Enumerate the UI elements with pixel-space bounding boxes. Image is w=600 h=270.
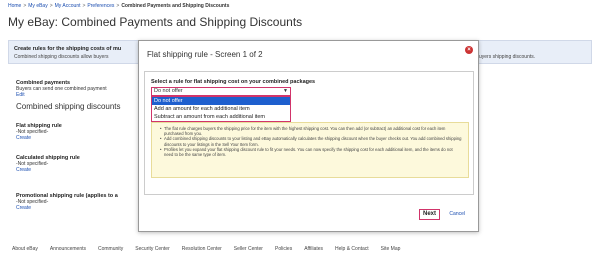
dialog-title: Flat shipping rule - Screen 1 of 2 (147, 50, 263, 59)
footer-link[interactable]: About eBay (12, 246, 38, 252)
breadcrumb-home[interactable]: Home (8, 3, 21, 9)
help-item: Profiles let you expand your flat shippi… (160, 147, 462, 157)
breadcrumb-current: Combined Payments and Shipping Discounts (121, 3, 230, 9)
help-box: The flat rule charges buyers the shippin… (151, 122, 469, 178)
info-text: Combined shipping discounts allow buyers (14, 54, 109, 60)
combined-payments-section: Combined payments Buyers can send one co… (16, 80, 107, 98)
footer-links: About eBay Announcements Community Secur… (12, 246, 400, 252)
select-rule-label: Select a rule for flat shipping cost on … (151, 79, 316, 85)
promotional-rule-section: Promotional shipping rule (applies to a … (16, 193, 118, 211)
footer-link[interactable]: Seller Center (234, 246, 263, 252)
footer-link[interactable]: Site Map (381, 246, 401, 252)
flat-rule-section: Flat shipping rule -Not specified- Creat… (16, 123, 62, 141)
breadcrumb-my-account[interactable]: My Account (55, 3, 81, 9)
breadcrumb-separator: > (116, 3, 120, 9)
calculated-rule-section: Calculated shipping rule -Not specified-… (16, 155, 80, 173)
breadcrumb-my-ebay[interactable]: My eBay (28, 3, 47, 9)
footer-link[interactable]: Announcements (50, 246, 86, 252)
footer-link[interactable]: Security Center (135, 246, 169, 252)
flat-rule-create-link[interactable]: Create (16, 135, 62, 141)
footer-link[interactable]: Affiliates (304, 246, 323, 252)
footer-link[interactable]: Help & Contact (335, 246, 369, 252)
chevron-down-icon: ▼ (283, 88, 288, 94)
flat-shipping-dialog: Flat shipping rule - Screen 1 of 2 × Sel… (138, 40, 479, 232)
close-icon[interactable]: × (465, 46, 473, 54)
info-title: Create rules for the shipping costs of m… (14, 46, 122, 52)
option-do-not-offer[interactable]: Do not offer (152, 97, 290, 105)
flat-rule-select[interactable]: Do not offer ▼ (151, 87, 291, 96)
rule-dropdown-list: Do not offer Add an amount for each addi… (151, 96, 291, 122)
footer-link[interactable]: Resolution Center (182, 246, 222, 252)
breadcrumb-separator: > (23, 3, 27, 9)
footer-link[interactable]: Policies (275, 246, 292, 252)
info-text-right: uyers shipping discounts. (479, 54, 536, 60)
page-title: My eBay: Combined Payments and Shipping … (8, 15, 303, 29)
option-subtract-amount[interactable]: Subtract an amount from each additional … (152, 113, 290, 121)
breadcrumb-preferences[interactable]: Preferences (87, 3, 114, 9)
next-button[interactable]: Next (419, 209, 440, 220)
footer-link[interactable]: Community (98, 246, 123, 252)
breadcrumb-separator: > (49, 3, 53, 9)
calculated-rule-create-link[interactable]: Create (16, 167, 80, 173)
combined-payments-edit-link[interactable]: Edit (16, 92, 107, 98)
cancel-link[interactable]: Cancel (449, 211, 465, 217)
help-list: The flat rule charges buyers the shippin… (160, 126, 462, 157)
promotional-rule-create-link[interactable]: Create (16, 205, 118, 211)
help-item: Add combined shipping discounts to your … (160, 136, 462, 146)
breadcrumb-separator: > (82, 3, 86, 9)
help-item: The flat rule charges buyers the shippin… (160, 126, 462, 136)
dialog-footer: Next Cancel (139, 199, 478, 231)
dialog-body: Select a rule for flat shipping cost on … (144, 71, 474, 195)
option-add-amount[interactable]: Add an amount for each additional item (152, 105, 290, 113)
combined-shipping-heading: Combined shipping discounts (16, 102, 121, 111)
combined-payments-text: Buyers can send one combined payment (16, 86, 107, 92)
breadcrumb: Home > My eBay > My Account > Preferences > Comb… (8, 3, 229, 9)
select-value: Do not offer (154, 88, 183, 94)
